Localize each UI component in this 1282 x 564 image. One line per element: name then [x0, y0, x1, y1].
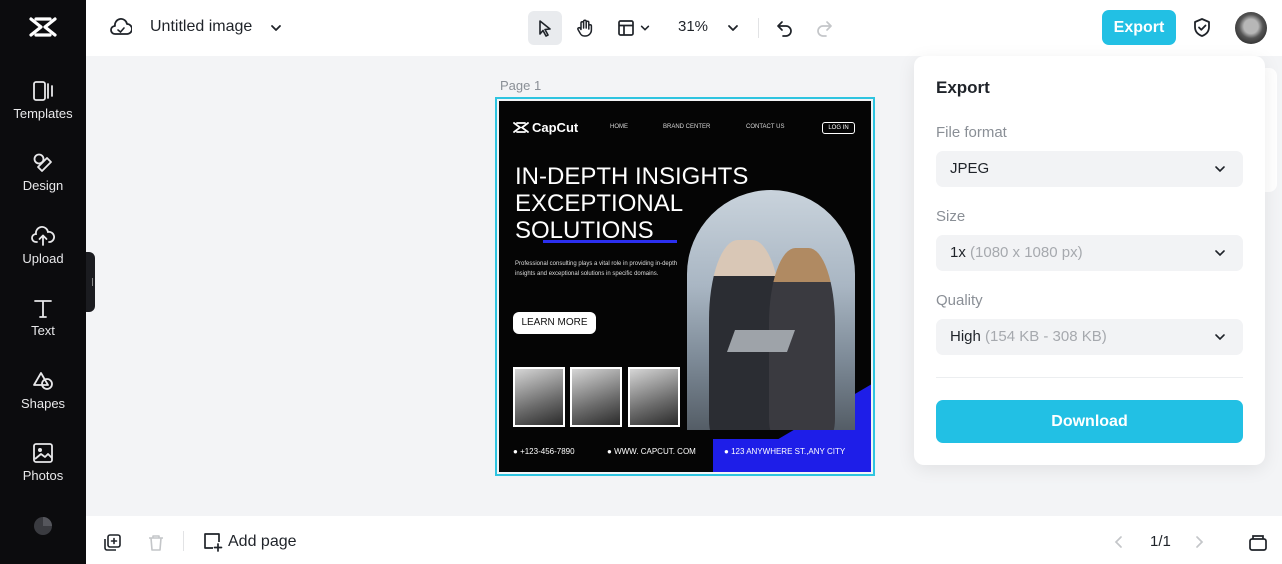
- sidebar-item-label: Upload: [22, 251, 64, 266]
- design-website: ● WWW. CAPCUT. COM: [607, 447, 696, 456]
- export-panel: Export File format JPEG Size 1x (1080 x …: [914, 56, 1265, 465]
- headline-line-1: IN-DEPTH INSIGHTS: [515, 163, 749, 190]
- zoom-level[interactable]: 31%: [678, 18, 708, 35]
- chevron-down-icon: [1215, 166, 1225, 173]
- chevron-down-icon: [1215, 334, 1225, 341]
- design-nav-home: HOME: [610, 124, 628, 130]
- design-address: ● 123 ANYWHERE ST.,ANY CITY: [724, 447, 846, 456]
- document-title[interactable]: Untitled image: [150, 18, 252, 36]
- add-page-icon[interactable]: [203, 532, 223, 552]
- size-detail: (1080 x 1080 px): [970, 244, 1083, 261]
- headline-underline: [543, 240, 677, 243]
- design-thumb-3: [628, 367, 680, 427]
- next-page-icon[interactable]: [1192, 534, 1206, 550]
- photos-icon: [33, 443, 53, 463]
- prev-page-icon[interactable]: [1112, 534, 1126, 550]
- page-indicator: 1/1: [1150, 533, 1171, 550]
- text-icon: [34, 300, 52, 318]
- design-thumb-2: [570, 367, 622, 427]
- shield-icon[interactable]: [1192, 17, 1212, 38]
- sidebar-item-label: Photos: [22, 468, 64, 483]
- export-panel-title: Export: [936, 78, 990, 97]
- design-phone-text: +123-456-7890: [520, 447, 575, 456]
- layout-icon: [618, 20, 634, 36]
- export-button[interactable]: Export: [1102, 10, 1176, 45]
- hand-icon: [577, 19, 593, 37]
- file-format-select[interactable]: JPEG: [936, 151, 1243, 187]
- add-page-button[interactable]: Add page: [228, 533, 297, 551]
- zoom-chevron-down-icon[interactable]: [726, 21, 740, 35]
- download-button[interactable]: Download: [936, 400, 1243, 443]
- quality-value: High: [950, 328, 981, 345]
- capcut-logo-icon[interactable]: [28, 12, 58, 42]
- delete-page-icon[interactable]: [147, 533, 165, 552]
- chevron-down-icon[interactable]: [269, 21, 283, 35]
- design-nav-contact: CONTACT US: [746, 124, 785, 130]
- undo-icon[interactable]: [775, 18, 794, 37]
- size-select[interactable]: 1x (1080 x 1080 px): [936, 235, 1243, 271]
- toolbar-divider: [758, 18, 759, 38]
- layout-menu-button[interactable]: [610, 11, 658, 45]
- bottom-divider: [183, 531, 184, 551]
- design-icon: [33, 153, 52, 172]
- file-format-label: File format: [936, 124, 1007, 141]
- sidebar-item-label: Text: [31, 323, 55, 338]
- size-label: Size: [936, 208, 966, 225]
- select-tool-button[interactable]: [528, 11, 562, 45]
- sidebar-item-photos[interactable]: Photos: [0, 442, 86, 506]
- top-toolbar: Untitled image 31% Export: [86, 0, 1282, 56]
- sidebar-item-label: Shapes: [20, 396, 66, 411]
- design-brand: CapCut: [532, 120, 579, 135]
- design-phone: ● +123-456-7890: [513, 447, 575, 456]
- chevron-down-icon: [1215, 250, 1225, 257]
- sidebar-item-templates[interactable]: Templates: [0, 80, 86, 144]
- shapes-icon: [33, 372, 53, 390]
- design-thumb-1: [513, 367, 565, 427]
- quality-label: Quality: [936, 292, 983, 309]
- design-cta: LEARN MORE: [513, 312, 596, 334]
- sidebar-item-design[interactable]: Design: [0, 152, 86, 216]
- cursor-icon: [539, 20, 551, 37]
- upload-icon: [31, 226, 55, 246]
- sidebar-item-upload[interactable]: Upload: [0, 225, 86, 289]
- design-nav-brand-center: BRAND CENTER: [663, 124, 711, 130]
- sidebar-item-label: Design: [22, 178, 64, 193]
- design-website-text: WWW. CAPCUT. COM: [614, 447, 696, 456]
- page-manager-icon[interactable]: [1248, 532, 1268, 552]
- design-address-text: 123 ANYWHERE ST.,ANY CITY: [731, 447, 846, 456]
- capcut-mini-logo-icon: [513, 122, 529, 133]
- avatar[interactable]: [1235, 12, 1267, 44]
- file-format-value: JPEG: [950, 160, 990, 177]
- sidebar-collapse-handle[interactable]: [86, 252, 95, 312]
- chevron-down-icon: [640, 25, 650, 31]
- hidden-panel-edge: [1265, 68, 1277, 192]
- design-hero-photo: [687, 190, 855, 430]
- redo-icon[interactable]: [815, 18, 834, 37]
- quality-select[interactable]: High (154 KB - 308 KB): [936, 319, 1243, 355]
- quality-detail: (154 KB - 308 KB): [985, 328, 1107, 345]
- cloud-save-icon[interactable]: [110, 17, 132, 39]
- panel-divider: [936, 377, 1243, 378]
- duplicate-page-icon[interactable]: [103, 533, 122, 552]
- sidebar-item-shapes[interactable]: Shapes: [0, 370, 86, 434]
- page-label: Page 1: [500, 78, 542, 93]
- more-icon[interactable]: [32, 515, 54, 537]
- hand-tool-button[interactable]: [568, 11, 602, 45]
- templates-icon: [33, 81, 53, 101]
- design-subtext: Professional consulting plays a vital ro…: [515, 261, 678, 277]
- sidebar-item-label: Templates: [13, 106, 73, 121]
- bottom-toolbar: Add page 1/1: [86, 516, 1282, 564]
- photo-laptop: [726, 330, 796, 352]
- left-sidebar: Templates Design Upload Text Shapes Phot…: [0, 0, 86, 564]
- design-login: LOG IN: [822, 122, 855, 134]
- sidebar-item-text[interactable]: Text: [0, 297, 86, 361]
- size-value: 1x: [950, 244, 966, 261]
- design-canvas[interactable]: CapCut HOME BRAND CENTER CONTACT US LOG …: [499, 101, 871, 472]
